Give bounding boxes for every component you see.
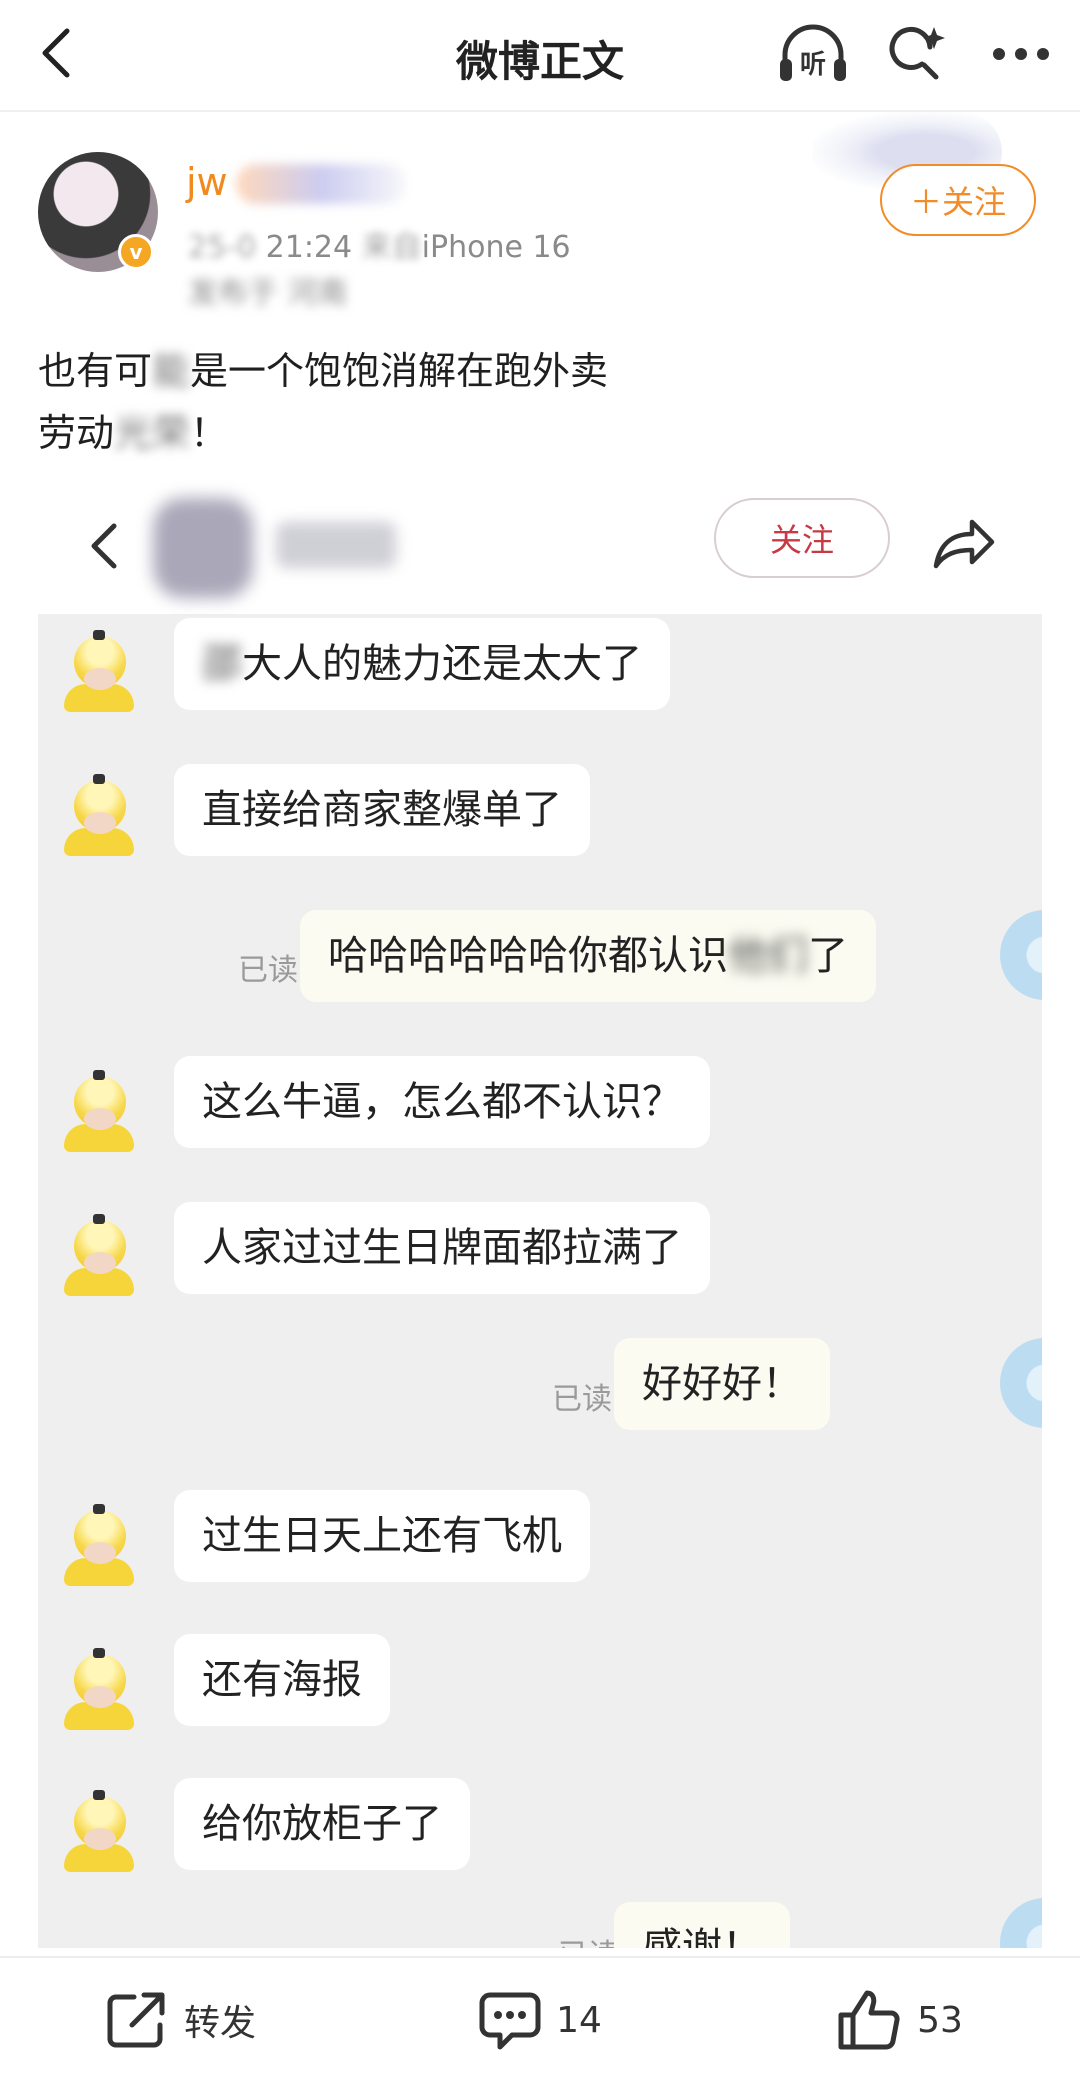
search-button[interactable]	[878, 15, 956, 93]
post-text-segment: 劳动	[38, 411, 115, 455]
chat-message-left: 给你放柜子了	[174, 1778, 470, 1870]
embedded-name-blurred	[276, 522, 396, 568]
post-date: 25-0	[188, 230, 257, 265]
self-avatar	[1000, 910, 1042, 1000]
post-location: 发布于 河南	[188, 268, 348, 312]
headphones-icon: 听	[780, 24, 846, 81]
post-text-line-1: 也有可能是一个饱饱消解在跑外卖	[38, 340, 1038, 402]
contact-avatar	[62, 1214, 134, 1298]
bottom-action-bar: 转发 14 53	[0, 1956, 1080, 2082]
more-icon	[993, 48, 1049, 60]
chat-message-left: 邵大人的魅力还是太大了	[174, 618, 670, 710]
contact-avatar	[62, 1504, 134, 1588]
post-header: v jw 25-0 21:24 来自iPhone 16 发布于 河南 ＋关注	[0, 112, 1080, 332]
contact-avatar	[62, 1648, 134, 1732]
source-label: 来自	[361, 230, 422, 265]
share-arrow-icon	[933, 519, 995, 569]
post-image-chat-screenshot[interactable]: 关注 邵大人的魅力还是太大了 直接给商家整爆单了 已读 哈哈哈哈哈哈你都认识他们…	[38, 478, 1042, 1948]
post-text-segment: ！	[190, 411, 229, 455]
embedded-chat-header: 关注	[38, 478, 1042, 614]
self-avatar	[1000, 1898, 1042, 1948]
message-blurred-text: 邵	[202, 641, 242, 687]
post-device: iPhone 16	[421, 230, 571, 265]
post-text-line-2: 劳动光荣！	[38, 402, 1038, 464]
verified-badge-icon: v	[118, 234, 154, 270]
repost-icon	[107, 1992, 165, 2048]
contact-avatar	[62, 1790, 134, 1874]
svg-text:听: 听	[800, 50, 826, 80]
comment-icon	[479, 1992, 541, 2050]
message-text: 哈哈哈哈哈哈你都认识	[328, 933, 728, 979]
back-arrow-icon	[91, 523, 117, 569]
post-text-segment: 是一个饱饱消解在跑外卖	[190, 349, 609, 393]
follow-button[interactable]: ＋关注	[880, 164, 1036, 236]
message-text: 大人的魅力还是太大了	[242, 641, 642, 687]
like-icon	[838, 1990, 900, 2050]
embedded-follow-button: 关注	[714, 498, 890, 578]
back-arrow-icon	[42, 28, 70, 78]
back-button[interactable]	[22, 18, 92, 88]
message-blurred-text: 他们	[728, 933, 808, 979]
message-text: 了	[808, 933, 848, 979]
author-name[interactable]: jw	[186, 160, 228, 204]
location-prefix: 发布于	[188, 276, 278, 311]
chat-message-left: 人家过过生日牌面都拉满了	[174, 1202, 710, 1294]
nav-actions: 听	[774, 14, 1060, 94]
post-content: 也有可能是一个饱饱消解在跑外卖 劳动光荣！	[38, 340, 1038, 464]
read-receipt: 已读	[552, 1382, 612, 1417]
post-time: 21:24	[265, 230, 353, 265]
self-avatar	[1000, 1338, 1042, 1428]
contact-avatar	[62, 630, 134, 714]
chat-message-right: 感谢！	[614, 1902, 790, 1948]
more-button[interactable]	[982, 15, 1060, 93]
chat-message-left: 直接给商家整爆单了	[174, 764, 590, 856]
chat-message-left: 还有海报	[174, 1634, 390, 1726]
like-button[interactable]: 53	[720, 1958, 1080, 2082]
chat-message-right: 好好好！	[614, 1338, 830, 1430]
embedded-avatar-blurred	[153, 498, 253, 598]
contact-avatar	[62, 1070, 134, 1154]
contact-avatar	[62, 774, 134, 858]
chat-message-left: 过生日天上还有飞机	[174, 1490, 590, 1582]
name-blur-mask	[236, 164, 406, 204]
comment-button[interactable]: 14	[360, 1958, 720, 2082]
repost-button[interactable]: 转发	[0, 1958, 360, 2082]
repost-label: 转发	[183, 2003, 256, 2044]
like-count: 53	[917, 1999, 963, 2041]
post-text-segment: 也有可	[38, 349, 153, 393]
top-navigation-bar: 微博正文 听	[0, 0, 1080, 112]
chat-message-right: 哈哈哈哈哈哈你都认识他们了	[300, 910, 876, 1002]
comment-count: 14	[556, 1999, 602, 2041]
chat-message-left: 这么牛逼，怎么都不认识？	[174, 1056, 710, 1148]
read-receipt: 已读	[558, 1930, 618, 1948]
post-meta: 25-0 21:24 来自iPhone 16	[188, 222, 571, 266]
read-receipt: 已读	[238, 953, 298, 988]
search-sparkle-icon	[889, 26, 945, 80]
location-value: 河南	[287, 276, 348, 311]
post-text-blurred: 能	[152, 349, 191, 393]
listen-button[interactable]: 听	[774, 15, 852, 93]
post-text-blurred: 光荣	[114, 411, 191, 455]
